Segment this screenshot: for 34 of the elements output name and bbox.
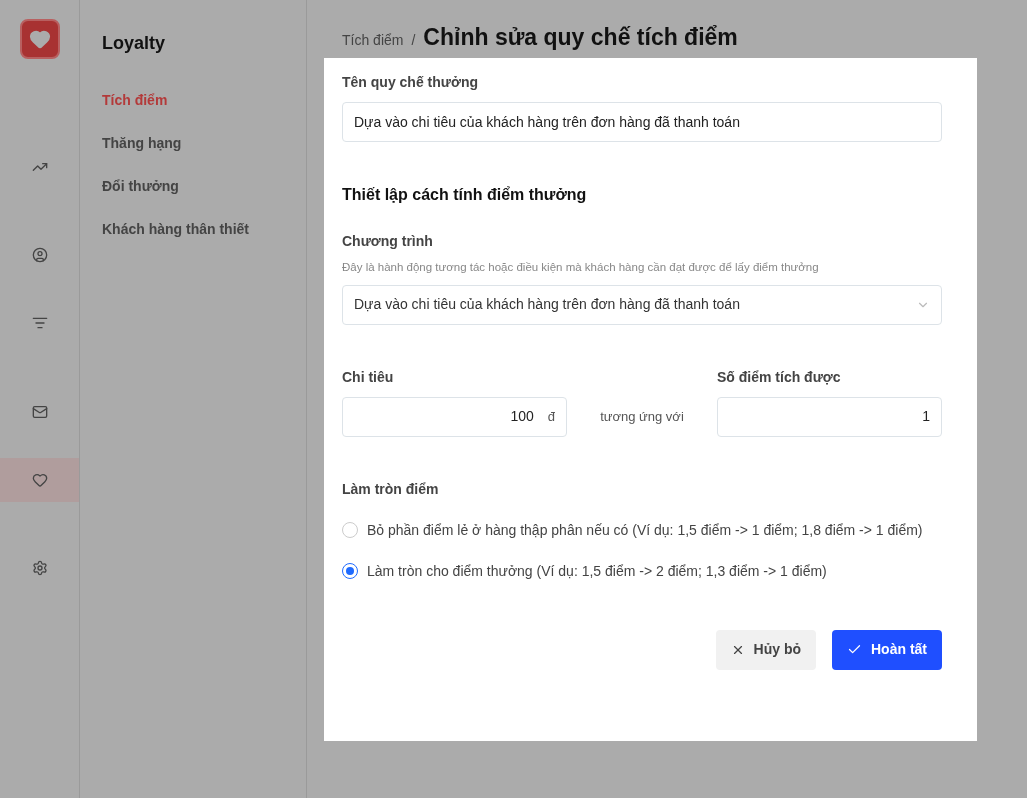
- field-label: Chương trình: [342, 231, 434, 251]
- points-field[interactable]: 1: [717, 396, 942, 437]
- select-value: Dựa vào chi tiêu của khách hàng trên đơn hàng đã thanh toán: [354, 295, 740, 315]
- equals-text: tương ứng với: [600, 408, 684, 426]
- mail-icon: [31, 404, 48, 420]
- input-field[interactable]: Dựa vào chi tiêu của khách hàng trên đơn hàng đã thanh toán: [342, 101, 942, 142]
- nav-link[interactable]: Thăng hạng: [102, 133, 182, 154]
- radio-label: Bỏ phần điểm lẻ ở hàng thập phân nếu có (Ví dụ: 1,5 điểm -> 1 điểm; 1,8 điểm -> 1 điểm): [367, 520, 923, 540]
- points-value: 1: [922, 407, 930, 427]
- amount-value: 100: [510, 407, 534, 427]
- amount-field[interactable]: 100 đ: [342, 396, 567, 437]
- heart-icon: [31, 472, 48, 488]
- section-heading: Thiết lập cách tính điểm thưởng: [342, 184, 588, 205]
- rail-item[interactable]: [0, 458, 79, 502]
- breadcrumb-separator: /: [411, 31, 416, 50]
- field-hint: Đây là hành động tương tác hoặc điều kiện mà khách hàng cần đạt được để lấy điểm thưởng: [342, 259, 820, 275]
- select-field[interactable]: Dựa vào chi tiêu của khách hàng trên đơn hàng đã thanh toán: [342, 284, 942, 325]
- nav-link[interactable]: Khách hàng thân thiết: [102, 219, 249, 240]
- currency-unit: đ: [547, 408, 555, 426]
- section-title: Loyalty: [102, 32, 167, 55]
- user-circle-icon: [31, 247, 48, 263]
- field-label: Tên quy chế thưởng: [342, 72, 479, 92]
- settings-icon: [31, 560, 48, 576]
- field-label: Số điểm tích được: [717, 367, 842, 387]
- cancel-button[interactable]: Hủy bỏ: [715, 629, 816, 670]
- filter-icon: [31, 315, 48, 331]
- page-title: Chỉnh sửa quy chế tích điểm: [423, 23, 738, 52]
- radio-label: Làm tròn cho điểm thưởng (Ví dụ: 1,5 điểm -> 2 điểm; 1,3 điểm -> 1 điểm): [367, 561, 827, 581]
- breadcrumb-link[interactable]: Tích điểm: [342, 30, 404, 51]
- heart-icon: [28, 28, 51, 50]
- field-label: Chi tiêu: [342, 367, 395, 387]
- submit-button[interactable]: Hoàn tất: [832, 629, 942, 670]
- field-label: Làm tròn điểm: [342, 479, 440, 499]
- nav-link[interactable]: Đổi thưởng: [102, 176, 179, 197]
